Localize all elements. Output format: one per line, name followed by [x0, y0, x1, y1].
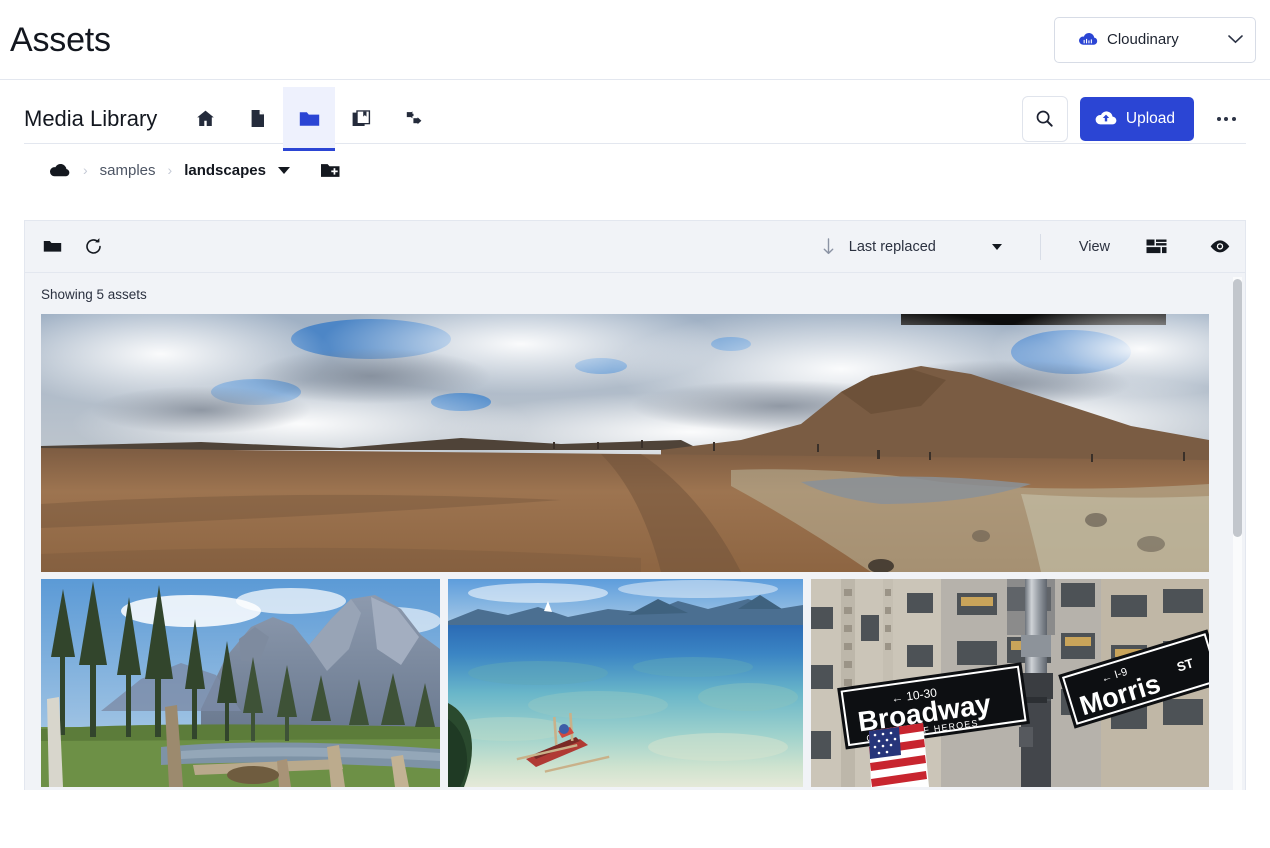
- breadcrumb-item-landscapes[interactable]: landscapes: [184, 162, 266, 179]
- sort-label: Last replaced: [848, 238, 936, 255]
- kebab-dot: [1231, 116, 1236, 121]
- us-flag: [869, 723, 929, 787]
- chevron-down-icon: [1228, 35, 1243, 44]
- search-icon: [1034, 108, 1055, 129]
- asset-count-status: Showing 5 assets: [41, 287, 147, 302]
- breadcrumb-separator: ›: [167, 162, 173, 178]
- asset-panel: Last replaced View Showing 5 assets ← 10…: [24, 220, 1246, 790]
- media-library-title: Media Library: [24, 105, 158, 131]
- asset-grid: ← 10-30 Broadway CANYON OF HEROES ← I-9 …: [25, 314, 1245, 787]
- eye-icon[interactable]: [1209, 239, 1231, 254]
- tab-folders[interactable]: [283, 86, 336, 151]
- mosaic-view-icon[interactable]: [1146, 238, 1167, 255]
- asset-thumbnail-row: ← 10-30 Broadway CANYON OF HEROES ← I-9 …: [41, 579, 1229, 787]
- tab-transformations[interactable]: [387, 87, 439, 151]
- street-signs-image: ← 10-30 Broadway CANYON OF HEROES ← I-9 …: [811, 579, 1209, 787]
- tab-assets[interactable]: [231, 87, 283, 151]
- tab-collections[interactable]: [335, 87, 387, 151]
- scrollbar-thumb[interactable]: [1233, 279, 1242, 537]
- media-library-tabs: [179, 86, 439, 151]
- asset-tile-street-signs[interactable]: ← 10-30 Broadway CANYON OF HEROES ← I-9 …: [811, 579, 1209, 787]
- folder-filled-icon[interactable]: [43, 239, 62, 254]
- yosemite-image: [41, 579, 440, 787]
- tab-home[interactable]: [179, 87, 231, 151]
- upload-button-label: Upload: [1125, 109, 1175, 127]
- asset-tile-beach[interactable]: [448, 579, 803, 787]
- document-icon: [247, 108, 268, 129]
- cloud-name-label: Cloudinary: [1107, 31, 1179, 48]
- page-title: Assets: [10, 20, 111, 59]
- asset-tile-yosemite[interactable]: [41, 579, 440, 787]
- cloud-selector[interactable]: Cloudinary: [1054, 16, 1256, 63]
- hero-image: [41, 314, 1209, 572]
- cloud-upload-icon: [1095, 110, 1117, 127]
- breadcrumb-item-samples[interactable]: samples: [100, 162, 156, 179]
- search-button[interactable]: [1021, 95, 1068, 142]
- cloudinary-logo-icon: [1079, 32, 1098, 47]
- toolbar-divider: [1039, 233, 1041, 260]
- more-options-button[interactable]: [1206, 99, 1246, 139]
- transformations-icon: [403, 108, 424, 129]
- arrow-down-icon: [822, 238, 835, 255]
- triangle-down-icon[interactable]: [277, 166, 290, 174]
- page-header: Assets Cloudinary: [0, 0, 1270, 80]
- asset-grid-body: Showing 5 assets ← 10-30 Broadway HEROES…: [25, 273, 1245, 790]
- collection-icon: [351, 108, 372, 129]
- asset-toolbar: Last replaced View: [25, 221, 1245, 273]
- refresh-icon[interactable]: [84, 237, 103, 256]
- cloud-icon[interactable]: [48, 162, 71, 178]
- new-folder-icon[interactable]: [320, 162, 341, 179]
- kebab-dot: [1216, 116, 1221, 121]
- view-label: View: [1078, 238, 1110, 255]
- upload-button[interactable]: Upload: [1079, 96, 1194, 141]
- vertical-scrollbar[interactable]: [1233, 277, 1242, 790]
- home-icon: [195, 108, 216, 129]
- sort-control[interactable]: Last replaced: [822, 238, 1002, 255]
- triangle-down-icon: [991, 243, 1002, 250]
- kebab-dot: [1224, 116, 1228, 121]
- asset-tile-hero[interactable]: [41, 314, 1229, 572]
- beach-image: [448, 579, 803, 787]
- breadcrumb-separator: ›: [83, 162, 88, 178]
- media-library-bar: Media Library Upload: [24, 80, 1246, 151]
- folder-icon: [298, 108, 321, 129]
- breadcrumb: › samples › landscapes: [24, 144, 1246, 196]
